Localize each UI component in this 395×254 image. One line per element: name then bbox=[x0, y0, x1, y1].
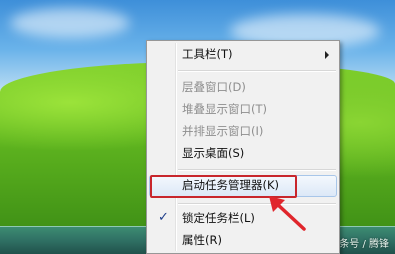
taskbar-context-menu: 工具栏(T) 层叠窗口(D) 堆叠显示窗口(T) 并排显示窗口(I) 显示桌面(… bbox=[146, 40, 340, 254]
menu-item-toolbars[interactable]: 工具栏(T) bbox=[150, 44, 336, 66]
red-arrow-icon bbox=[269, 196, 306, 231]
submenu-arrow-icon bbox=[325, 51, 329, 59]
menu-item-label: 工具栏(T) bbox=[182, 47, 233, 61]
cloud bbox=[10, 8, 130, 38]
menu-separator bbox=[178, 70, 336, 72]
menu-separator bbox=[178, 203, 336, 205]
menu-item-side-by-side-windows[interactable]: 并排显示窗口(I) bbox=[150, 121, 336, 143]
menu-item-cascade-windows[interactable]: 层叠窗口(D) bbox=[150, 77, 336, 99]
menu-item-label: 属性(R) bbox=[182, 233, 222, 247]
menu-item-stacked-windows[interactable]: 堆叠显示窗口(T) bbox=[150, 99, 336, 121]
checkmark-icon: ✓ bbox=[158, 210, 169, 225]
menu-item-label: 显示桌面(S) bbox=[182, 146, 245, 160]
menu-item-show-desktop[interactable]: 显示桌面(S) bbox=[150, 143, 336, 165]
menu-item-label: 堆叠显示窗口(T) bbox=[182, 102, 267, 116]
menu-item-label: 锁定任务栏(L) bbox=[182, 211, 255, 225]
menu-item-label: 层叠窗口(D) bbox=[182, 80, 246, 94]
menu-item-label: 并排显示窗口(I) bbox=[182, 124, 264, 138]
menu-separator bbox=[178, 169, 336, 171]
